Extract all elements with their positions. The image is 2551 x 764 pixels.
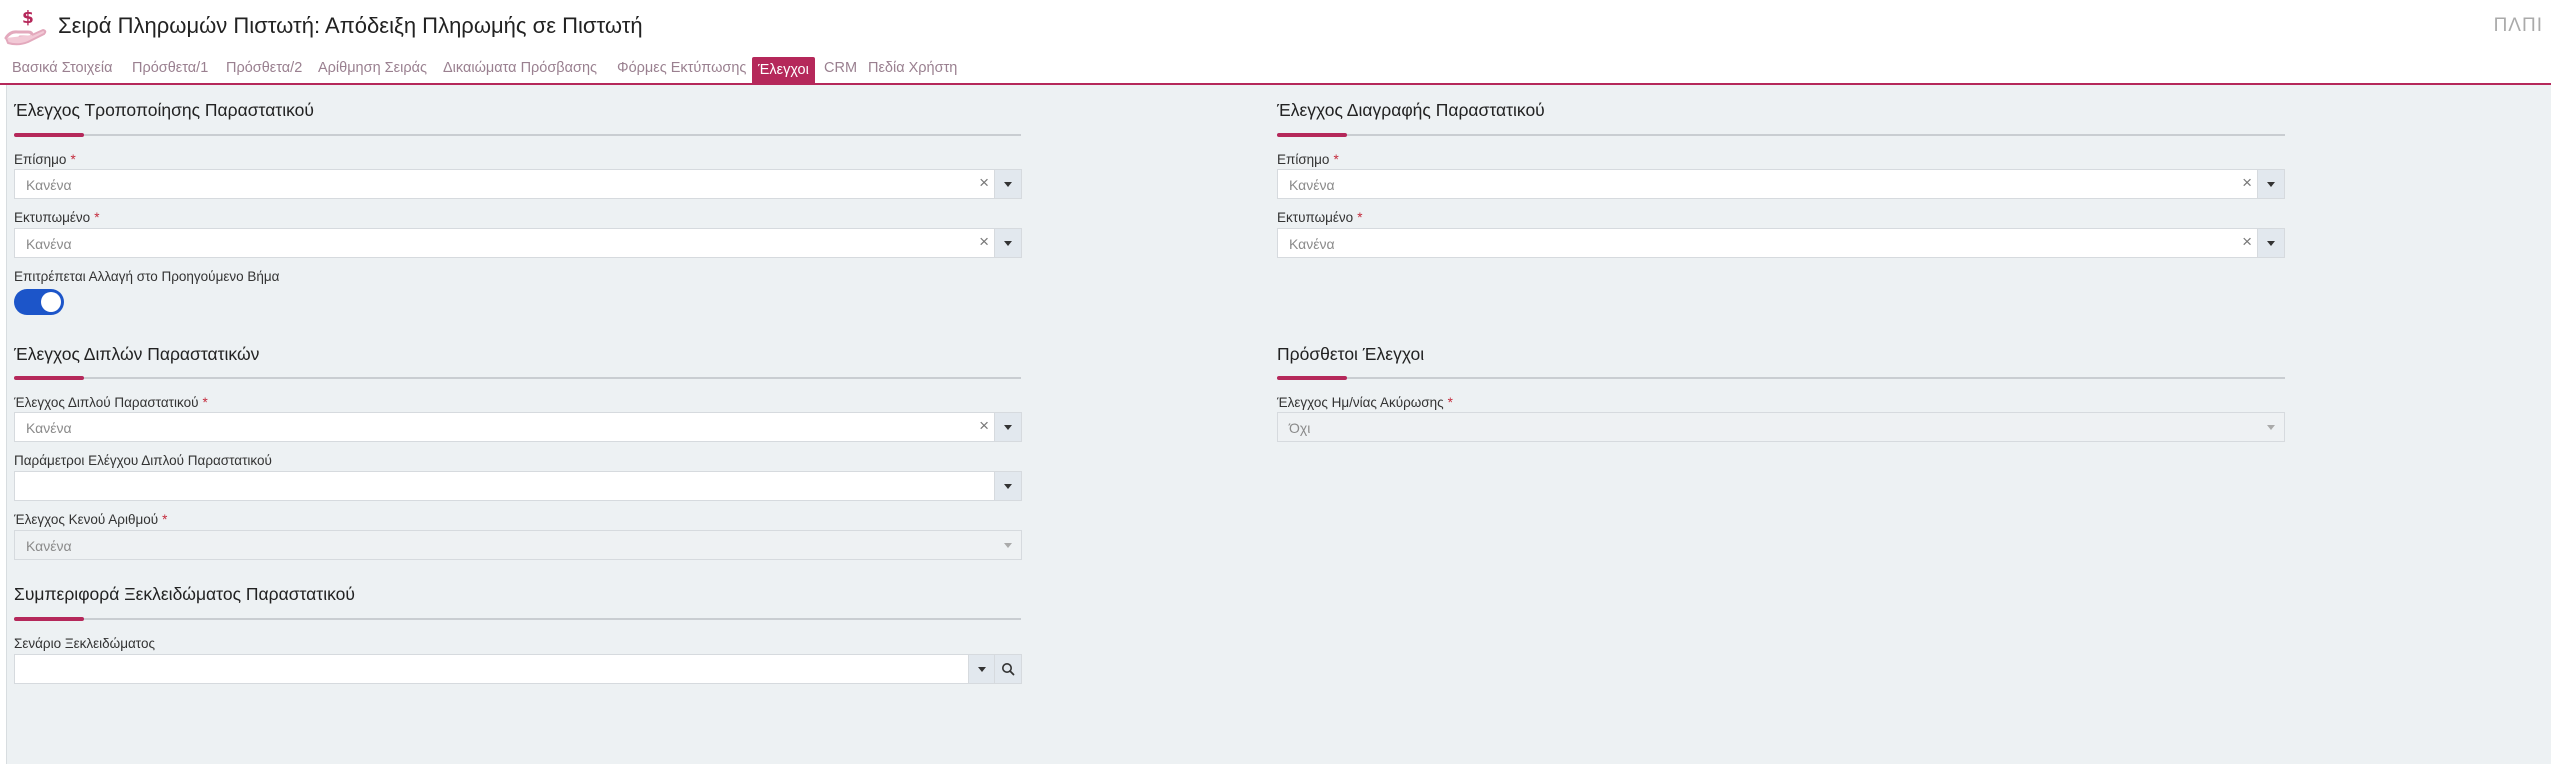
tab-extra-2[interactable]: Πρόσθετα/2 xyxy=(226,60,302,76)
unlock-scenario-select[interactable] xyxy=(14,654,1022,684)
select-value: Κανένα xyxy=(26,236,72,252)
hand-dollar-icon: $ xyxy=(4,6,48,46)
field-label-official: Επίσημο * xyxy=(14,152,76,167)
tab-extra-1[interactable]: Πρόσθετα/1 xyxy=(132,60,208,76)
section-title-duplicates-check: Έλεγχος Διπλών Παραστατικών xyxy=(14,344,260,364)
section-divider xyxy=(1277,134,2285,136)
page-header: $ Σειρά Πληρωμών Πιστωτή: Απόδειξη Πληρω… xyxy=(0,0,2551,52)
tab-bar: Βασικά Στοιχεία Πρόσθετα/1 Πρόσθετα/2 Αρ… xyxy=(0,56,2551,85)
search-icon[interactable] xyxy=(994,655,1021,683)
select-value: Κανένα xyxy=(1289,236,1335,252)
printed-delete-select[interactable]: Κανένα × xyxy=(1277,228,2285,258)
section-title-delete-check: Έλεγχος Διαγραφής Παραστατικού xyxy=(1277,100,1545,120)
cancel-date-check-select: Όχι xyxy=(1277,412,2285,442)
field-label-gap-number-check: Έλεγχος Κενού Αριθμού * xyxy=(14,512,168,527)
chevron-down-icon[interactable] xyxy=(994,229,1021,257)
gap-number-check-select: Κανένα xyxy=(14,530,1022,560)
chevron-down-icon[interactable] xyxy=(994,472,1021,500)
page-title: Σειρά Πληρωμών Πιστωτή: Απόδειξη Πληρωμή… xyxy=(58,13,643,38)
field-label-duplicate-check: Έλεγχος Διπλού Παραστατικού * xyxy=(14,395,208,410)
tab-checks[interactable]: Έλεγχοι xyxy=(752,57,815,83)
field-label-allow-previous-step: Επιτρέπεται Αλλαγή στο Προηγούμενο Βήμα xyxy=(14,269,280,284)
clear-x-icon[interactable]: × xyxy=(979,173,989,193)
official-select[interactable]: Κανένα × xyxy=(14,169,1022,199)
clear-x-icon[interactable]: × xyxy=(979,232,989,252)
checks-form: Έλεγχος Τροποποίησης Παραστατικού Επίσημ… xyxy=(6,85,2551,764)
field-label-printed-delete: Εκτυπωμένο * xyxy=(1277,210,1363,225)
field-label-cancel-date-check: Έλεγχος Ημ/νίας Ακύρωσης * xyxy=(1277,395,1453,410)
section-accent-bar xyxy=(14,133,84,137)
clear-x-icon[interactable]: × xyxy=(979,416,989,436)
tab-access-rights[interactable]: Δικαιώματα Πρόσβασης xyxy=(443,60,597,76)
select-value: Κανένα xyxy=(1289,177,1335,193)
duplicate-check-select[interactable]: Κανένα × xyxy=(14,412,1022,442)
select-value: Κανένα xyxy=(26,538,72,554)
chevron-down-icon xyxy=(995,531,1021,559)
section-title-additional-checks: Πρόσθετοι Έλεγχοι xyxy=(1277,344,1425,364)
clear-x-icon[interactable]: × xyxy=(2242,232,2252,252)
section-accent-bar xyxy=(1277,133,1347,137)
field-label-unlock-scenario: Σενάριο Ξεκλειδώματος xyxy=(14,636,155,651)
select-value: Κανένα xyxy=(26,420,72,436)
tab-user-fields[interactable]: Πεδία Χρήστη xyxy=(868,60,957,76)
chevron-down-icon[interactable] xyxy=(994,413,1021,441)
field-label-duplicate-params: Παράμετροι Ελέγχου Διπλού Παραστατικού xyxy=(14,453,272,468)
section-title-unlock-behavior: Συμπεριφορά Ξεκλειδώματος Παραστατικού xyxy=(14,584,355,604)
field-label-printed: Εκτυπωμένο * xyxy=(14,210,100,225)
section-title-modify-check: Έλεγχος Τροποποίησης Παραστατικού xyxy=(14,100,314,120)
chevron-down-icon[interactable] xyxy=(2257,229,2284,257)
duplicate-params-select[interactable] xyxy=(14,471,1022,501)
chevron-down-icon[interactable] xyxy=(2257,170,2284,198)
printed-select[interactable]: Κανένα × xyxy=(14,228,1022,258)
series-code-label: ΠΛΠΙ xyxy=(2493,15,2543,36)
field-label-official-delete: Επίσημο * xyxy=(1277,152,1339,167)
tab-print-forms[interactable]: Φόρμες Εκτύπωσης xyxy=(617,60,746,76)
clear-x-icon[interactable]: × xyxy=(2242,173,2252,193)
svg-text:$: $ xyxy=(22,8,34,28)
allow-previous-step-toggle[interactable] xyxy=(14,289,64,315)
section-divider xyxy=(14,377,1021,379)
section-divider xyxy=(14,618,1021,620)
section-divider xyxy=(14,134,1021,136)
section-accent-bar xyxy=(14,617,84,621)
official-delete-select[interactable]: Κανένα × xyxy=(1277,169,2285,199)
chevron-down-icon[interactable] xyxy=(968,655,995,683)
section-divider xyxy=(1277,377,2285,379)
chevron-down-icon xyxy=(2258,413,2284,441)
toggle-knob xyxy=(41,292,61,312)
section-accent-bar xyxy=(14,376,84,380)
section-accent-bar xyxy=(1277,376,1347,380)
select-value: Κανένα xyxy=(26,177,72,193)
select-value: Όχι xyxy=(1289,420,1311,436)
chevron-down-icon[interactable] xyxy=(994,170,1021,198)
tab-crm[interactable]: CRM xyxy=(824,60,857,76)
tab-basic-info[interactable]: Βασικά Στοιχεία xyxy=(12,60,112,76)
tab-series-numbering[interactable]: Αρίθμηση Σειράς xyxy=(318,60,427,76)
